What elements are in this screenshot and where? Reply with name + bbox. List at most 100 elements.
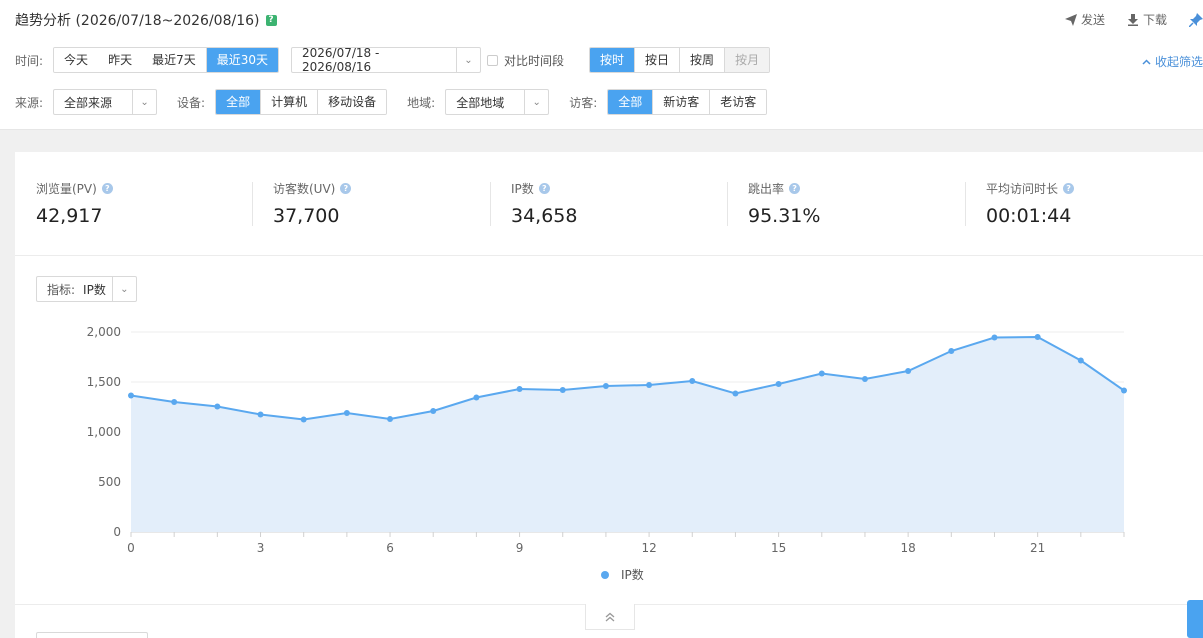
device-group: 全部 计算机 移动设备 <box>215 89 388 115</box>
send-icon <box>1064 13 1077 26</box>
x-tick-label: 3 <box>257 541 265 555</box>
collapse-chart-button[interactable] <box>585 604 635 630</box>
chevron-down-icon: ⌄ <box>456 48 480 72</box>
kpi-divider <box>965 182 966 226</box>
visitor-returning[interactable]: 老访客 <box>709 90 767 114</box>
time-option-yesterday[interactable]: 昨天 <box>98 48 143 72</box>
x-tick-label: 6 <box>386 541 394 555</box>
collapse-filter-link[interactable]: 收起筛选 <box>1142 53 1203 70</box>
granularity-hour[interactable]: 按时 <box>590 48 635 72</box>
visitor-label: 访客: <box>569 95 598 110</box>
region-label: 地域: <box>407 95 436 110</box>
y-tick-label: 2,000 <box>87 325 121 339</box>
region-value: 全部地域 <box>456 95 505 110</box>
date-range-picker[interactable]: 2026/07/18 - 2026/08/16 ⌄ <box>291 46 481 74</box>
data-point <box>948 348 955 354</box>
help-icon[interactable]: ? <box>340 183 352 194</box>
kpi-divider <box>727 182 728 226</box>
time-label: 时间: <box>15 53 44 68</box>
granularity-day[interactable]: 按日 <box>634 48 680 72</box>
data-point <box>257 411 264 418</box>
data-point <box>1077 357 1084 364</box>
help-icon[interactable]: ? <box>538 183 550 194</box>
device-computer[interactable]: 计算机 <box>260 90 318 114</box>
data-point <box>861 376 868 382</box>
kpi-value: 00:01:44 <box>986 205 1072 227</box>
granularity-month[interactable]: 按月 <box>724 48 770 72</box>
granularity-group: 按时 按日 按周 按月 <box>589 47 771 73</box>
x-tick-label: 0 <box>127 541 135 555</box>
visitor-new[interactable]: 新访客 <box>652 90 710 114</box>
side-feedback-tab[interactable] <box>1187 600 1203 638</box>
kpi-value: 42,917 <box>36 205 103 227</box>
kpi-ip: IP数? 34,658 <box>511 180 731 227</box>
collapse-filter-label: 收起筛选 <box>1154 55 1203 69</box>
y-tick-label: 500 <box>98 475 121 489</box>
kpi-pv: 浏览量(PV)? 42,917 <box>36 180 256 227</box>
kpi-strip: 浏览量(PV)? 42,917 访客数(UV)? 37,700 IP数? 34,… <box>15 152 1203 256</box>
kpi-value: 37,700 <box>273 205 340 227</box>
y-tick-label: 0 <box>113 525 121 539</box>
x-tick-label: 9 <box>516 541 524 555</box>
kpi-label: 跳出率 <box>748 182 785 196</box>
send-label: 发送 <box>1080 13 1105 27</box>
kpi-value: 95.31% <box>748 205 821 227</box>
title-row: 趋势分析 (2026/07/18~2026/08/16) ? <box>15 11 277 29</box>
bottom-control[interactable] <box>36 632 148 638</box>
data-point <box>732 390 739 397</box>
metric-select[interactable]: 指标: IP数 ⌄ <box>36 276 137 302</box>
help-icon[interactable]: ? <box>789 183 801 194</box>
kpi-uv: 访客数(UV)? 37,700 <box>273 180 493 227</box>
granularity-week[interactable]: 按周 <box>679 48 725 72</box>
chevron-up-icon <box>1142 58 1151 65</box>
visitor-all[interactable]: 全部 <box>608 90 653 114</box>
data-point <box>991 334 998 341</box>
region-select[interactable]: 全部地域 ⌄ <box>445 89 550 115</box>
double-chevron-up-icon <box>605 612 615 621</box>
kpi-bounce-rate: 跳出率? 95.31% <box>748 180 968 227</box>
data-point <box>387 416 394 422</box>
download-icon <box>1127 13 1138 26</box>
legend-label: IP数 <box>621 567 644 582</box>
time-filter-row: 时间: 今天 昨天 最近7天 最近30天 2026/07/18 - 2026/0… <box>15 46 771 74</box>
compare-checkbox[interactable] <box>487 54 498 66</box>
help-icon[interactable]: ? <box>265 14 277 26</box>
kpi-divider <box>252 182 253 226</box>
metric-value: IP数 <box>83 282 106 297</box>
visitor-group: 全部 新访客 老访客 <box>607 89 768 115</box>
data-point <box>214 403 221 410</box>
kpi-value: 34,658 <box>511 205 578 227</box>
trend-card: 浏览量(PV)? 42,917 访客数(UV)? 37,700 IP数? 34,… <box>15 152 1203 638</box>
data-point <box>775 381 782 387</box>
source-value: 全部来源 <box>64 95 113 110</box>
time-option-30days[interactable]: 最近30天 <box>205 48 278 72</box>
send-button[interactable]: 发送 <box>1064 11 1105 28</box>
data-point <box>430 408 437 414</box>
data-point <box>171 399 178 405</box>
help-icon[interactable]: ? <box>1063 183 1075 194</box>
source-select[interactable]: 全部来源 ⌄ <box>53 89 158 115</box>
download-label: 下载 <box>1142 13 1167 27</box>
kpi-label: 浏览量(PV) <box>36 182 97 196</box>
data-point <box>689 378 696 384</box>
x-tick-label: 21 <box>1030 541 1045 555</box>
date-range-value: 2026/07/18 - 2026/08/16 <box>302 46 380 74</box>
kpi-label: 访客数(UV) <box>273 182 336 196</box>
kpi-avg-duration: 平均访问时长? 00:01:44 <box>986 180 1203 227</box>
help-icon[interactable]: ? <box>101 183 113 194</box>
data-point <box>905 368 912 374</box>
time-option-today[interactable]: 今天 <box>54 48 99 72</box>
data-point <box>128 392 134 399</box>
pin-button[interactable] <box>1189 12 1203 27</box>
data-point <box>516 386 523 392</box>
time-option-7days[interactable]: 最近7天 <box>142 48 206 72</box>
data-point <box>300 416 307 423</box>
download-button[interactable]: 下载 <box>1127 11 1167 28</box>
device-label: 设备: <box>177 95 206 110</box>
device-all[interactable]: 全部 <box>216 90 261 114</box>
data-point <box>343 410 350 416</box>
legend-marker <box>601 571 609 579</box>
pin-icon <box>1189 12 1203 27</box>
device-mobile[interactable]: 移动设备 <box>317 90 387 114</box>
x-tick-label: 15 <box>771 541 786 555</box>
